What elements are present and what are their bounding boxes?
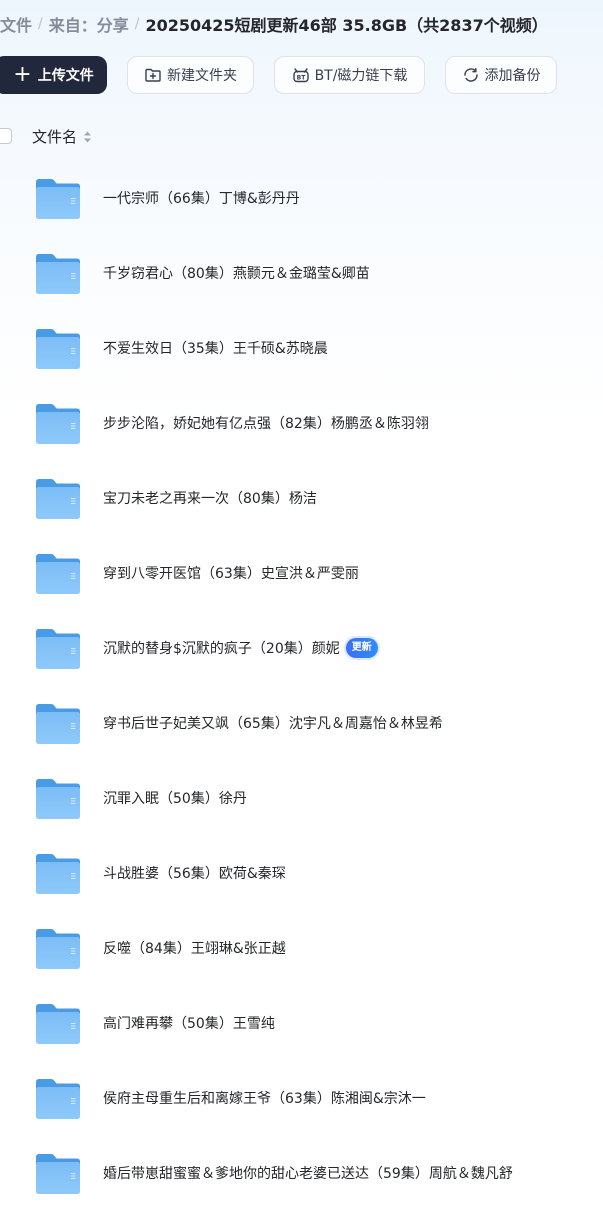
file-name-text: 反噬（84集）王翊琳&张正越 <box>103 941 286 957</box>
file-name-text: 高门难再攀（50集）王雪纯 <box>103 1016 275 1032</box>
file-name[interactable]: 宝刀未老之再来一次（80集）杨洁 <box>103 488 317 508</box>
upload-button-label: 上传文件 <box>37 68 94 84</box>
folder-icon <box>34 402 82 446</box>
select-all-checkbox[interactable] <box>0 128 12 144</box>
file-row[interactable]: 斗战胜婆（56集）欧荷&秦琛 <box>0 835 603 910</box>
file-name[interactable]: 步步沦陷，娇妃她有亿点强（82集）杨鹏丞＆陈羽翎 <box>103 413 429 433</box>
file-name-text: 千岁窃君心（80集）燕颢元＆金璐莹&卿苗 <box>103 266 370 282</box>
folder-icon <box>34 552 82 596</box>
file-row[interactable]: 反噬（84集）王翊琳&张正越 <box>0 910 603 985</box>
plus-icon: + <box>13 62 32 87</box>
file-row[interactable]: 穿书后世子妃美又飒（65集）沈宇凡＆周嘉怡＆林昱希 <box>0 685 603 760</box>
breadcrumb-separator: / <box>134 16 140 32</box>
folder-icon <box>34 252 82 296</box>
svg-text:BT: BT <box>296 74 306 81</box>
name-column-label: 文件名 <box>32 128 78 146</box>
file-name[interactable]: 千岁窃君心（80集）燕颢元＆金璐莹&卿苗 <box>103 263 370 283</box>
folder-icon <box>34 627 82 671</box>
folder-icon <box>34 927 82 971</box>
file-name-text: 沉默的替身$沉默的疯子（20集）颜妮 <box>103 641 340 657</box>
file-row[interactable]: 婚后带崽甜蜜蜜＆爹地你的甜心老婆已送达（59集）周航＆魏凡舒 <box>0 1135 603 1210</box>
toolbar: + 上传文件 新建文件夹 BT BT/磁力链下载 添加备份 <box>0 56 603 96</box>
file-name-text: 斗战胜婆（56集）欧荷&秦琛 <box>103 866 286 882</box>
folder-icon <box>34 1077 82 1121</box>
sync-icon <box>462 66 480 84</box>
file-name[interactable]: 斗战胜婆（56集）欧荷&秦琛 <box>103 863 286 883</box>
file-row[interactable]: 一代宗师（66集）丁博&彭丹丹 <box>0 160 603 235</box>
upload-button[interactable]: + 上传文件 <box>0 56 107 94</box>
file-name-text: 宝刀未老之再来一次（80集）杨洁 <box>103 491 317 507</box>
folder-icon <box>34 1002 82 1046</box>
file-name[interactable]: 一代宗师（66集）丁博&彭丹丹 <box>103 188 300 208</box>
file-name-text: 穿到八零开医馆（63集）史宣洪＆严雯丽 <box>103 566 359 582</box>
file-name-text: 一代宗师（66集）丁博&彭丹丹 <box>103 191 300 207</box>
file-row[interactable]: 侯府主母重生后和离嫁王爷（63集）陈湘闽&宗沐一 <box>0 1060 603 1135</box>
name-column-header[interactable]: 文件名 <box>32 126 92 147</box>
file-name-text: 不爱生效日（35集）王千硕&苏晓晨 <box>103 341 328 357</box>
breadcrumb-item-shared-from[interactable]: 来自：分享 <box>49 12 129 36</box>
file-row[interactable]: 沉默的替身$沉默的疯子（20集）颜妮 更新 <box>0 610 603 685</box>
file-name[interactable]: 穿到八零开医馆（63集）史宣洪＆严雯丽 <box>103 563 359 583</box>
new-folder-button-label: 新建文件夹 <box>167 68 237 84</box>
file-row[interactable]: 宝刀未老之再来一次（80集）杨洁 <box>0 460 603 535</box>
file-name-text: 婚后带崽甜蜜蜜＆爹地你的甜心老婆已送达（59集）周航＆魏凡舒 <box>103 1166 513 1182</box>
file-row[interactable]: 千岁窃君心（80集）燕颢元＆金璐莹&卿苗 <box>0 235 603 310</box>
bt-magnet-download-button[interactable]: BT BT/磁力链下载 <box>274 56 425 94</box>
folder-icon <box>34 477 82 521</box>
file-row[interactable]: 步步沦陷，娇妃她有亿点强（82集）杨鹏丞＆陈羽翎 <box>0 385 603 460</box>
folder-icon <box>34 1152 82 1196</box>
file-row[interactable]: 不爱生效日（35集）王千硕&苏晓晨 <box>0 310 603 385</box>
sort-icon[interactable] <box>83 130 92 144</box>
file-name[interactable]: 沉罪入眠（50集）徐丹 <box>103 788 247 808</box>
breadcrumb-item-files[interactable]: 文件 <box>0 12 32 36</box>
folder-icon <box>34 327 82 371</box>
file-name[interactable]: 侯府主母重生后和离嫁王爷（63集）陈湘闽&宗沐一 <box>103 1088 426 1108</box>
file-name-text: 侯府主母重生后和离嫁王爷（63集）陈湘闽&宗沐一 <box>103 1091 426 1107</box>
add-backup-button[interactable]: 添加备份 <box>445 56 557 94</box>
bt-icon: BT <box>292 66 310 84</box>
file-name[interactable]: 反噬（84集）王翊琳&张正越 <box>103 938 286 958</box>
breadcrumb-item-current-folder: 20250425短剧更新46部 35.8GB（共2837个视频） <box>145 16 548 35</box>
file-name[interactable]: 穿书后世子妃美又飒（65集）沈宇凡＆周嘉怡＆林昱希 <box>103 713 443 733</box>
file-name-text: 步步沦陷，娇妃她有亿点强（82集）杨鹏丞＆陈羽翎 <box>103 416 429 432</box>
file-name[interactable]: 婚后带崽甜蜜蜜＆爹地你的甜心老婆已送达（59集）周航＆魏凡舒 <box>103 1163 513 1183</box>
folder-icon <box>34 702 82 746</box>
breadcrumb: 文件 / 来自：分享 / 20250425短剧更新46部 35.8GB（共283… <box>0 10 548 38</box>
file-name[interactable]: 高门难再攀（50集）王雪纯 <box>103 1013 275 1033</box>
new-folder-button[interactable]: 新建文件夹 <box>127 56 254 94</box>
file-name-text: 穿书后世子妃美又飒（65集）沈宇凡＆周嘉怡＆林昱希 <box>103 716 443 732</box>
file-name[interactable]: 沉默的替身$沉默的疯子（20集）颜妮 更新 <box>103 638 378 658</box>
file-row[interactable]: 穿到八零开医馆（63集）史宣洪＆严雯丽 <box>0 535 603 610</box>
file-name[interactable]: 不爱生效日（35集）王千硕&苏晓晨 <box>103 338 328 358</box>
file-name-text: 沉罪入眠（50集）徐丹 <box>103 791 247 807</box>
file-row[interactable]: 高门难再攀（50集）王雪纯 <box>0 985 603 1060</box>
folder-icon <box>34 852 82 896</box>
folder-icon <box>34 777 82 821</box>
file-row[interactable]: 沉罪入眠（50集）徐丹 <box>0 760 603 835</box>
breadcrumb-separator: / <box>38 16 43 32</box>
file-list: 一代宗师（66集）丁博&彭丹丹 千岁窃君心（80集）燕颢元＆金璐莹&卿苗 不爱生… <box>0 160 603 1210</box>
add-backup-label: 添加备份 <box>484 68 541 84</box>
bt-magnet-download-label: BT/磁力链下载 <box>314 68 408 84</box>
new-folder-icon <box>144 66 162 84</box>
new-badge: 更新 <box>345 638 378 658</box>
folder-icon <box>34 177 82 221</box>
